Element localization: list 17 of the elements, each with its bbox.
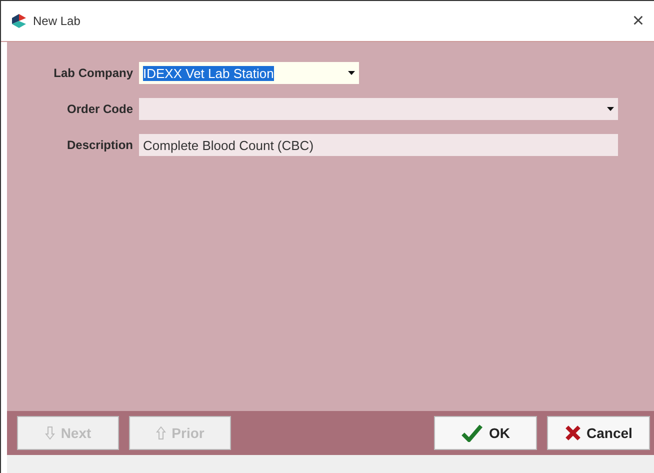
input-field[interactable]: Complete Blood Count (CBC) [139,134,618,156]
field-label: Description [66,138,133,152]
field-label: Lab Company [52,66,133,80]
up-arrow-icon [156,426,166,440]
dropdown-field[interactable]: IDEXX Vet Lab Station [139,62,359,84]
checkmark-icon [461,424,483,442]
window-title: New Lab [33,14,80,28]
close-button[interactable]: × [632,10,644,32]
app-logo-icon [11,13,27,29]
cross-icon [564,425,581,441]
cancel-button[interactable]: Cancel [547,416,650,450]
caret-icon [348,71,355,75]
field-label: Order Code [66,102,133,116]
caret-icon [607,107,614,111]
dropdown-field[interactable] [139,98,618,120]
ok-button[interactable]: OK [434,416,537,450]
down-arrow-icon [44,426,55,440]
